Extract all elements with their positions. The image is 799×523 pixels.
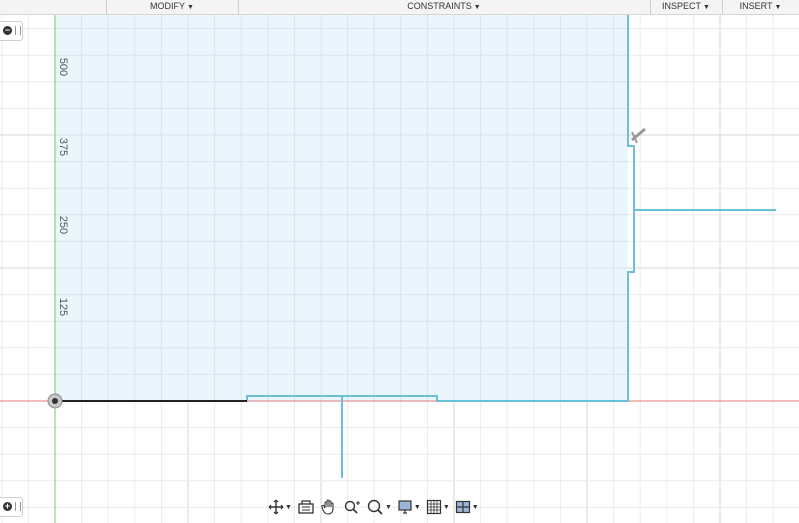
- y-tick-label: 375: [57, 137, 69, 157]
- grid-settings-icon: [426, 499, 441, 515]
- inspect-menu-label: INSPECT: [662, 1, 702, 11]
- minus-circle-icon: −: [3, 25, 12, 35]
- grid-settings-button[interactable]: ▼: [424, 498, 452, 516]
- viewports-button[interactable]: ▼: [453, 498, 481, 516]
- constraint-icon[interactable]: [631, 127, 646, 144]
- panel-grip-icon: [15, 502, 21, 511]
- pan-hand-icon: [321, 499, 334, 515]
- plus-circle-icon: +: [3, 501, 12, 511]
- modify-menu-label: MODIFY: [150, 1, 186, 11]
- insert-menu-label: INSERT: [739, 1, 773, 11]
- sketch-canvas[interactable]: 500 375 250 125 − +: [0, 15, 799, 523]
- chevron-down-icon: ▼: [187, 4, 194, 11]
- constraints-menu[interactable]: CONSTRAINTS ▼: [238, 0, 650, 14]
- collapse-panel-button[interactable]: −: [0, 21, 23, 41]
- chevron-down-icon: ▼: [471, 503, 479, 511]
- modify-menu[interactable]: MODIFY ▼: [106, 0, 238, 14]
- orbit-button[interactable]: ▼: [266, 498, 294, 516]
- chevron-down-icon: ▼: [442, 503, 450, 511]
- chevron-down-icon: ▼: [774, 4, 782, 11]
- fit-zoom-button[interactable]: ▼: [364, 498, 394, 516]
- panel-grip-icon: [15, 26, 21, 35]
- pan-button[interactable]: [318, 498, 340, 516]
- y-tick-label: 500: [57, 57, 69, 77]
- display-settings-button[interactable]: ▼: [395, 498, 423, 516]
- chevron-down-icon: ▼: [703, 4, 710, 11]
- constraints-menu-label: CONSTRAINTS: [407, 1, 472, 11]
- top-toolbar: MODIFY ▼ CONSTRAINTS ▼ INSPECT ▼ INSERT ▼: [0, 0, 799, 15]
- viewports-icon: [455, 500, 470, 514]
- inspect-menu[interactable]: INSPECT ▼: [650, 0, 722, 14]
- y-tick-label: 125: [57, 297, 69, 317]
- sketch-workspace: MODIFY ▼ CONSTRAINTS ▼ INSPECT ▼ INSERT ▼: [0, 0, 799, 523]
- chevron-down-icon: ▼: [384, 503, 392, 511]
- insert-menu[interactable]: INSERT ▼: [722, 0, 799, 14]
- navigation-bar: ▼ ▼ ▼ ▼ ▼: [266, 496, 488, 518]
- y-tick-label: 250: [57, 215, 69, 235]
- profile-fill: [55, 15, 628, 401]
- origin-center: [52, 398, 58, 404]
- zoom-button[interactable]: [341, 498, 363, 516]
- chevron-down-icon: ▼: [413, 503, 421, 511]
- expand-panel-button[interactable]: +: [0, 497, 23, 517]
- zoom-icon: [344, 500, 360, 514]
- chevron-down-icon: ▼: [473, 4, 481, 11]
- orbit-icon: [268, 499, 284, 515]
- fit-zoom-icon: [367, 499, 383, 515]
- display-settings-icon: [398, 500, 412, 514]
- chevron-down-icon: ▼: [285, 503, 292, 511]
- sketch-grid: [0, 15, 799, 523]
- look-at-button[interactable]: [295, 498, 317, 516]
- look-at-icon: [298, 500, 314, 514]
